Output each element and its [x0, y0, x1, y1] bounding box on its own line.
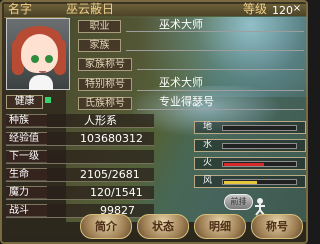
element-earth: 地 [194, 121, 306, 134]
job-value: 巫术大师 [159, 18, 203, 31]
battle-label: 战斗 [6, 204, 47, 217]
close-icon[interactable]: × [289, 3, 305, 15]
title-button[interactable]: 称号 [251, 214, 303, 239]
green-health-icon [45, 97, 51, 103]
mp-value: 120/1541 [90, 186, 143, 199]
wind-fill [224, 181, 257, 184]
race-value: 人形系 [84, 114, 117, 127]
element-fire: 火 [194, 157, 306, 170]
character-panel: 名字 巫云蔽日 等级 120 × 职业 巫术大师 家族 家族称号 特别称号 巫术… [0, 0, 308, 244]
next-level-label: 下一级 [6, 150, 47, 163]
exp-value: 103680312 [80, 132, 143, 145]
exp-label: 经验值 [6, 132, 47, 145]
character-name: 巫云蔽日 [66, 2, 115, 16]
eye-left-icon [31, 55, 39, 63]
name-label: 名字 [8, 2, 33, 16]
family-title-label: 家族称号 [78, 58, 132, 71]
clan-title-label: 氏族称号 [78, 97, 132, 110]
special-title-underline [137, 90, 304, 91]
element-wind: 风 [194, 175, 306, 188]
job-underline [126, 31, 304, 32]
hp-value: 2105/2681 [80, 168, 140, 181]
job-label: 职业 [78, 20, 121, 33]
special-title-label: 特别称号 [78, 78, 132, 91]
status-button[interactable]: 状态 [137, 214, 189, 239]
hp-label: 生命 [6, 168, 47, 181]
arrange-button[interactable]: 前排 [224, 194, 253, 210]
detail-button[interactable]: 明细 [194, 214, 246, 239]
clan-title-underline [137, 109, 304, 110]
intro-button[interactable]: 简介 [80, 214, 132, 239]
bottom-button-group: 简介 状态 明细 称号 [80, 214, 306, 240]
family-title-underline [137, 69, 304, 70]
shirt-icon [29, 75, 53, 90]
face-icon [21, 34, 58, 73]
fire-fill [224, 163, 265, 166]
special-title-value: 巫术大师 [159, 76, 203, 89]
portrait-avatar [6, 18, 70, 90]
mp-label: 魔力 [6, 186, 47, 199]
element-water: 水 [194, 139, 306, 152]
level-label: 等级 [243, 2, 268, 16]
race-label: 种族 [6, 114, 47, 127]
clan-title-value: 专业得瑟号 [159, 95, 214, 108]
health-label: 健康 [6, 95, 43, 109]
eye-right-icon [45, 55, 53, 63]
family-underline [126, 50, 304, 51]
mouth-icon [39, 70, 46, 73]
family-label: 家族 [78, 39, 121, 52]
